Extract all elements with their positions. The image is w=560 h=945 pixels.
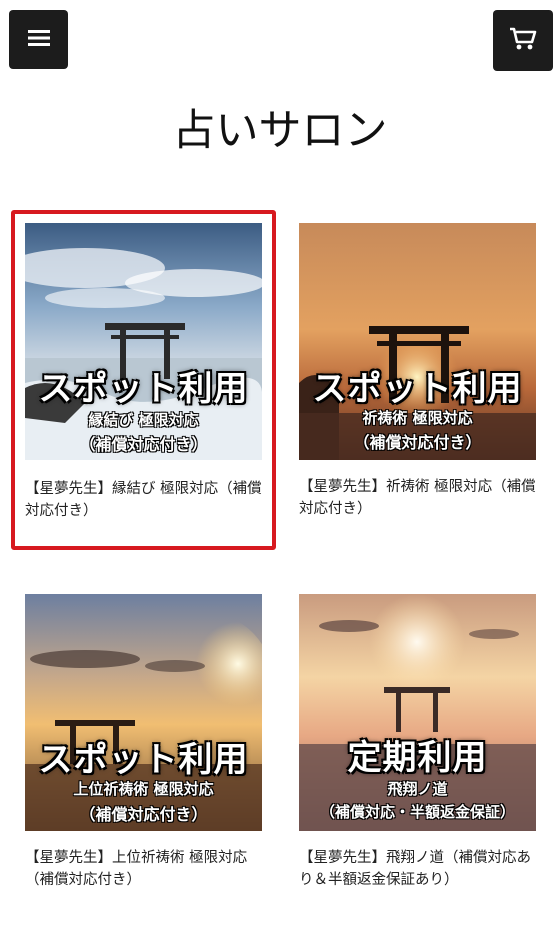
product-name[interactable]: 【星夢先生】飛翔ノ道（補償対応あり＆半額返金保証あり）: [299, 847, 539, 891]
product-thumbnail[interactable]: スポット利用 上位祈祷術 極限対応 （補償対応付き）: [25, 594, 262, 831]
product-thumbnail[interactable]: 定期利用 飛翔ノ道 （補償対応・半額返金保証）: [299, 594, 536, 831]
image-subtitle-note: （補償対応付き）: [79, 805, 208, 824]
product-card[interactable]: スポット利用 上位祈祷術 極限対応 （補償対応付き） 【星夢先生】上位祈祷術 極…: [14, 583, 279, 923]
image-title: 定期利用: [347, 738, 488, 778]
product-thumbnail[interactable]: スポット利用 縁結び 極限対応 （補償対応付き）: [25, 223, 262, 460]
page-title: 占いサロン: [172, 106, 388, 156]
product-name[interactable]: 【星夢先生】上位祈祷術 極限対応（補償対応付き）: [25, 847, 265, 891]
image-title: スポット利用: [38, 740, 249, 780]
image-subtitle: 上位祈祷術 極限対応: [73, 780, 214, 798]
product-card[interactable]: スポット利用 祈祷術 極限対応 （補償対応付き） 【星夢先生】祈祷術 極限対応（…: [288, 210, 553, 550]
hamburger-menu-icon: [27, 29, 50, 51]
image-subtitle-note: （補償対応付き）: [353, 433, 482, 452]
product-name[interactable]: 【星夢先生】祈祷術 極限対応（補償対応付き）: [299, 476, 539, 520]
image-subtitle: 祈祷術 極限対応: [362, 409, 473, 427]
image-subtitle: 縁結び 極限対応: [88, 411, 199, 429]
image-title: スポット利用: [38, 369, 249, 409]
shopping-cart-icon: [509, 27, 537, 55]
product-card[interactable]: スポット利用 縁結び 極限対応 （補償対応付き） 【星夢先生】縁結び 極限対応（…: [11, 210, 276, 550]
menu-button[interactable]: [9, 10, 68, 69]
cart-button[interactable]: [493, 10, 553, 71]
image-title: スポット利用: [312, 369, 523, 409]
image-subtitle-note: （補償対応付き）: [79, 435, 208, 454]
product-card[interactable]: 定期利用 飛翔ノ道 （補償対応・半額返金保証） 【星夢先生】飛翔ノ道（補償対応あ…: [288, 583, 553, 923]
image-subtitle-note: （補償対応・半額返金保証）: [319, 803, 515, 821]
image-subtitle: 飛翔ノ道: [387, 780, 448, 798]
product-name[interactable]: 【星夢先生】縁結び 極限対応（補償対応付き）: [25, 478, 265, 522]
product-thumbnail[interactable]: スポット利用 祈祷術 極限対応 （補償対応付き）: [299, 223, 536, 460]
